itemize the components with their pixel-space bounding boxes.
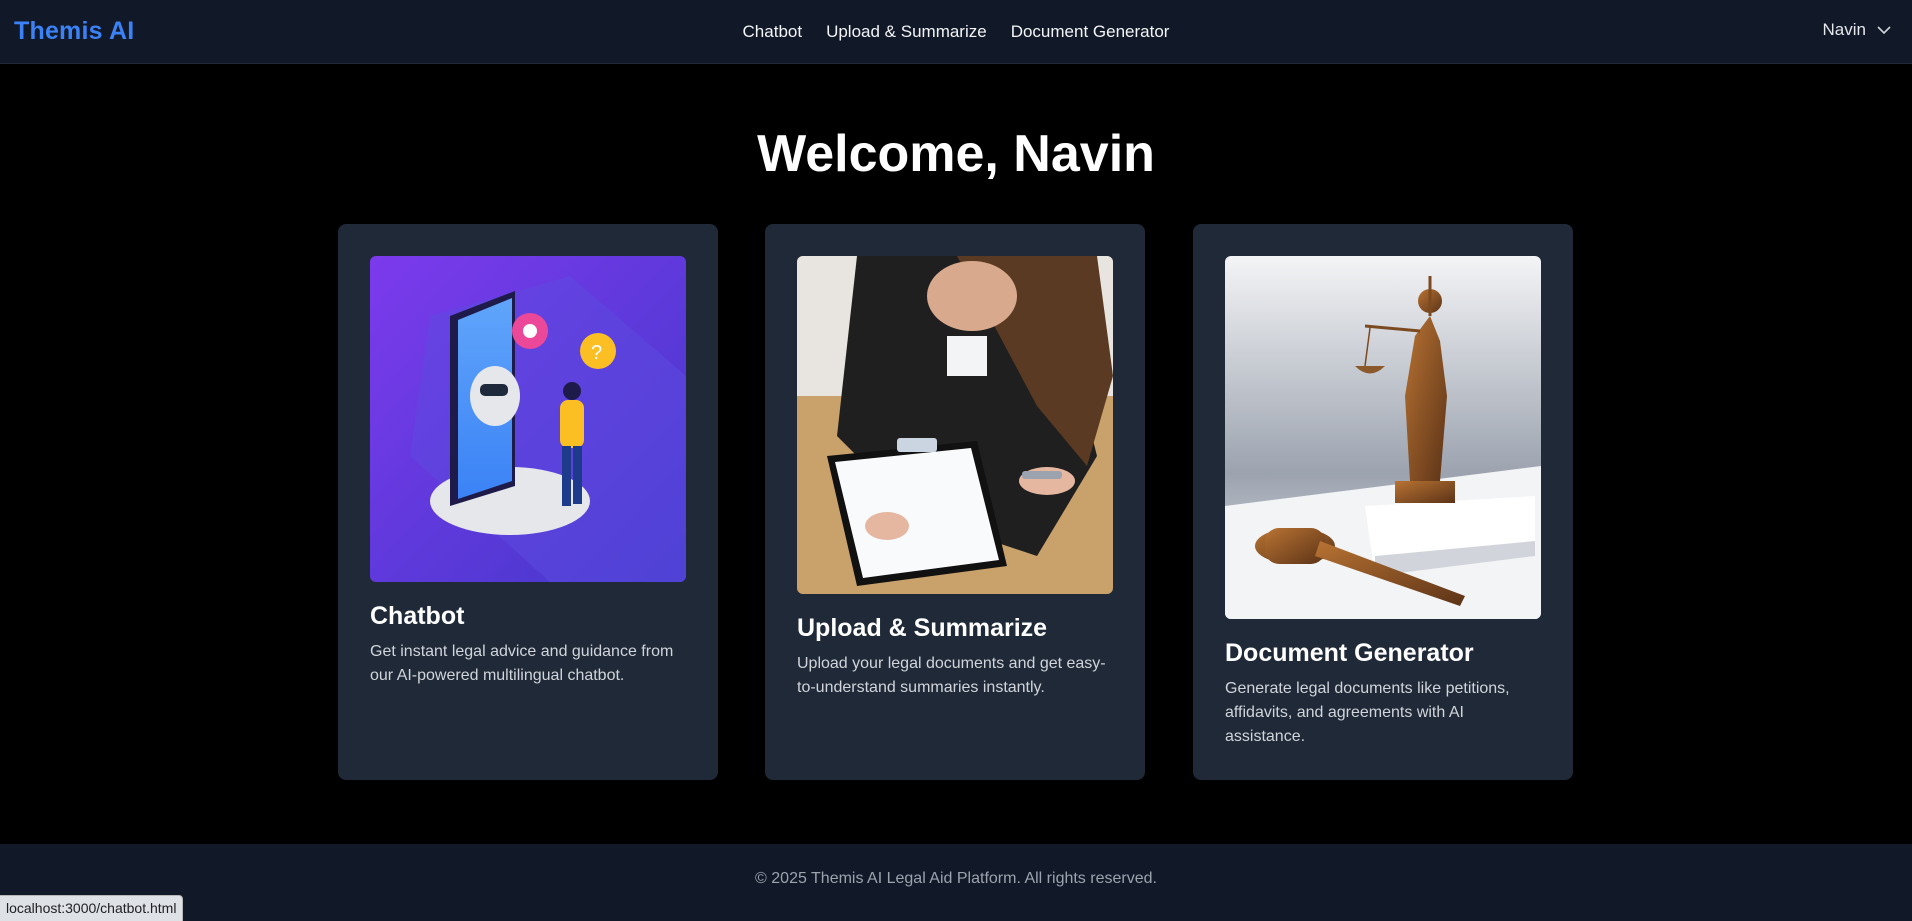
card-title: Chatbot bbox=[370, 602, 465, 630]
woman-writing-on-clipboard-photo bbox=[797, 256, 1113, 594]
chevron-down-icon bbox=[1877, 26, 1891, 35]
nav-link-upload-summarize[interactable]: Upload & Summarize bbox=[826, 22, 987, 42]
card-document-generator[interactable]: Document Generator Generate legal docume… bbox=[1193, 224, 1573, 780]
card-upload-summarize[interactable]: Upload & Summarize Upload your legal doc… bbox=[765, 224, 1145, 780]
top-navbar: Themis AI Chatbot Upload & Summarize Doc… bbox=[0, 0, 1912, 64]
nav-link-document-generator[interactable]: Document Generator bbox=[1011, 22, 1170, 42]
chatbot-illustration: ? bbox=[370, 256, 686, 582]
card-description: Generate legal documents like petitions,… bbox=[1225, 680, 1510, 745]
card-title: Document Generator bbox=[1225, 639, 1474, 667]
card-title: Upload & Summarize bbox=[797, 614, 1048, 642]
card-description: Get instant legal advice and guidance fr… bbox=[370, 643, 674, 684]
page-footer: © 2025 Themis AI Legal Aid Platform. All… bbox=[0, 844, 1912, 921]
brand-logo-link[interactable]: Themis AI bbox=[14, 17, 134, 46]
copyright-text: © 2025 Themis AI Legal Aid Platform. All… bbox=[755, 870, 1157, 887]
card-description: Upload your legal documents and get easy… bbox=[797, 655, 1106, 696]
main-nav: Chatbot Upload & Summarize Document Gene… bbox=[0, 0, 1912, 64]
card-chatbot[interactable]: ? Chatbot Get instant legal advice and g… bbox=[338, 224, 718, 780]
user-name: Navin bbox=[1822, 20, 1866, 39]
lady-justice-statue-and-gavel-photo bbox=[1225, 256, 1541, 619]
nav-link-chatbot[interactable]: Chatbot bbox=[743, 22, 803, 42]
svg-text:?: ? bbox=[591, 342, 602, 364]
browser-status-url: localhost:3000/chatbot.html bbox=[0, 895, 184, 921]
user-menu-dropdown[interactable]: Navin bbox=[1823, 20, 1892, 40]
page: Themis AI Chatbot Upload & Summarize Doc… bbox=[0, 0, 1912, 921]
page-title: Welcome, Navin bbox=[757, 125, 1155, 183]
